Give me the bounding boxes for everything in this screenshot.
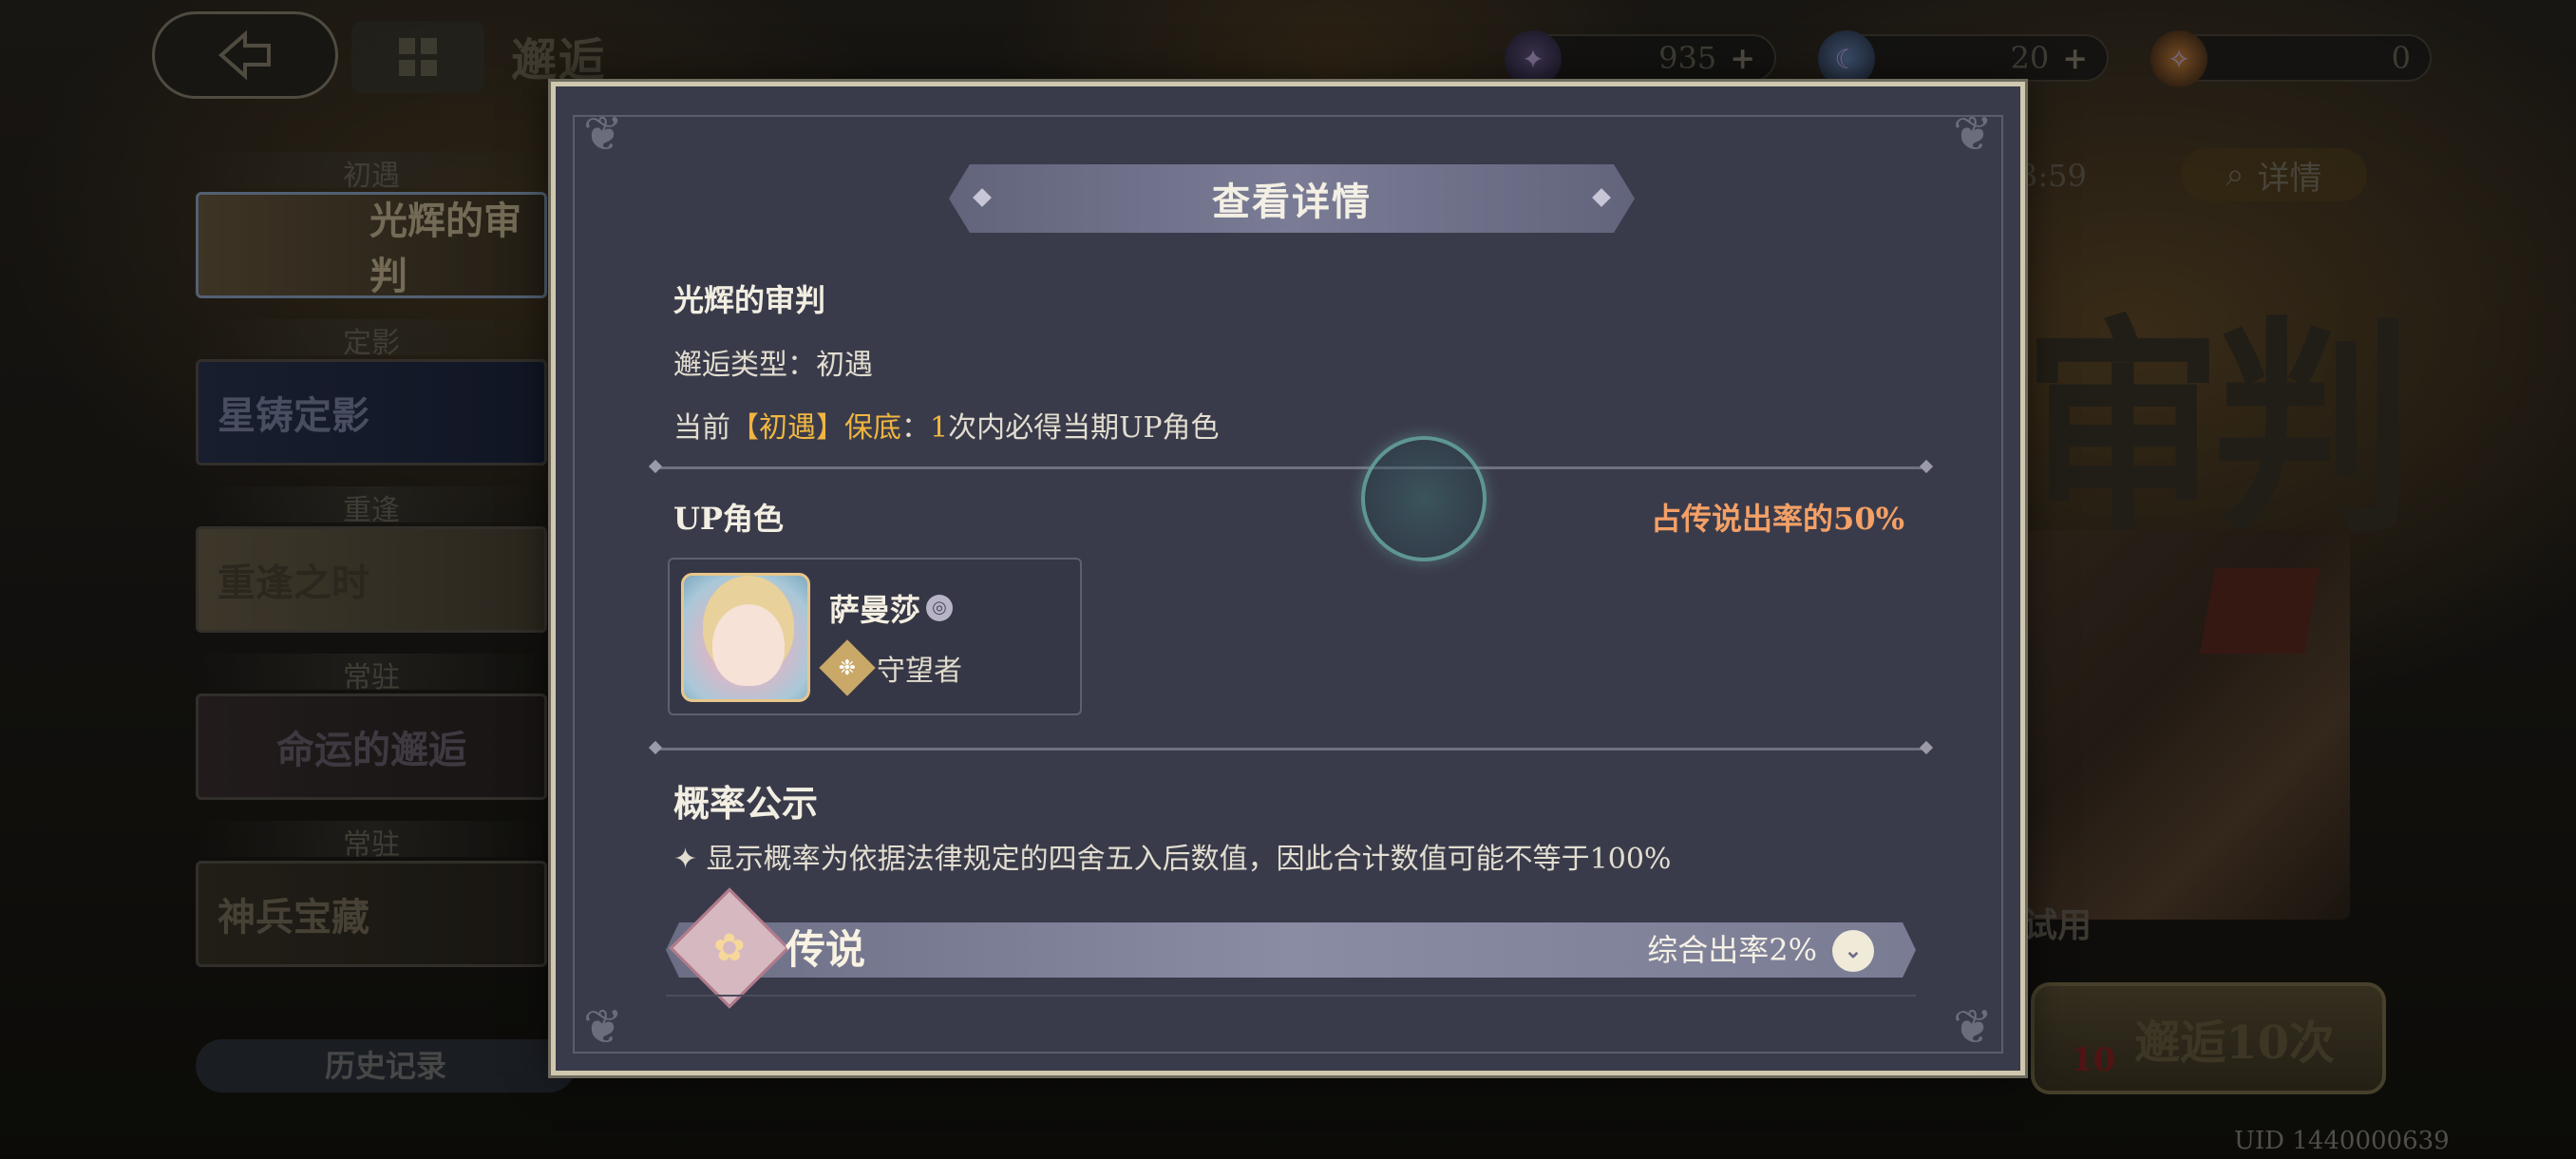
loading-spinner [1361,436,1487,561]
probability-title: 概率公示 [673,782,819,825]
diamond-ornament-icon [973,188,992,207]
character-role-row: ❉ 守望者 [819,639,962,696]
pity-highlight: 【初遇】保底 [730,411,901,445]
pity-suffix: 次内必得当期UP角色 [948,411,1220,445]
section-divider [654,748,1927,750]
pity-info: 当前【初遇】保底：1次内必得当期UP角色 [673,404,1220,446]
banner-detail-modal: ❦ ❦ ❦ ❦ 查看详情 光辉的审判 邂逅类型：初遇 当前【初遇】保底：1次内必… [551,82,2025,1075]
expand-chevron-button[interactable]: ⌄ [1832,930,1874,972]
rarity-label: 传说 [786,926,866,973]
pity-colon: ： [901,411,930,445]
diamond-ornament-icon [1592,188,1611,207]
section-divider [654,466,1927,469]
rarity-rate: 综合出率2% [1647,932,1817,968]
corner-ornament-icon: ❦ [583,999,623,1054]
chevron-down-icon: ⌄ [1844,939,1863,963]
up-character-card[interactable]: 萨曼莎 ◎ ❉ 守望者 [668,558,1082,715]
modal-title: 查看详情 [1212,180,1372,224]
pity-count: 1 [930,411,949,445]
guardian-class-icon: ❉ [819,639,876,696]
up-section-label: UP角色 [673,501,784,537]
banner-name: 光辉的审判 [673,282,826,318]
corner-ornament-icon: ❦ [583,106,623,162]
corner-ornament-icon: ❦ [1953,999,1993,1054]
banner-type: 邂逅类型：初遇 [673,349,873,382]
character-name-row: 萨曼莎 ◎ [829,586,954,630]
element-badge-icon: ◎ [926,595,954,621]
list-separator [666,995,1916,997]
corner-ornament-icon: ❦ [1953,106,1993,162]
up-rate-text: 占传说出率的50% [1651,501,1904,537]
character-name: 萨曼莎 [829,592,921,628]
pity-prefix: 当前 [673,411,730,445]
character-portrait [681,573,810,702]
modal-header: 查看详情 [949,164,1635,233]
character-role: 守望者 [877,655,962,688]
probability-note: ✦ 显示概率为依据法律规定的四舍五入后数值，因此合计数值可能不等于100% [673,843,1672,876]
